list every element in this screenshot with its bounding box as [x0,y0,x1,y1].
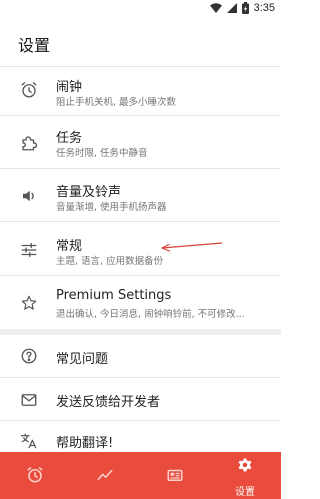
settings-item-title: 任务 [56,131,83,146]
bottom-navigation: 设置 [0,452,281,499]
volume-icon [23,190,34,202]
signal-icon [226,3,237,13]
divider [0,420,281,421]
divider [0,115,281,116]
translate-icon [20,433,37,449]
page-title: 设置 [18,36,51,55]
mail-icon [21,394,37,406]
nav-tab-news[interactable] [140,452,210,499]
settings-item-subtitle: 阻止手机关机, 最多小睡次数 [56,97,177,108]
news-nav-icon [167,469,183,481]
nav-tab-settings[interactable]: 设置 [210,452,280,499]
chart-nav-icon [97,469,113,481]
star-icon [21,295,37,310]
support-item-translate[interactable]: 帮助翻译! [0,422,281,452]
settings-item-subtitle: 音量渐增, 使用手机扬声器 [56,202,167,213]
app-bar: 设置 [0,20,281,66]
support-item-faq[interactable]: 常见问题 [0,336,281,376]
section-separator [0,329,281,335]
divider [0,275,281,276]
status-time: 3:35 [253,2,275,14]
support-item-feedback[interactable]: 发送反馈给开发者 [0,379,281,419]
sliders-icon [21,242,37,258]
settings-item-title: 音量及铃声 [56,185,122,200]
settings-item-general[interactable]: 常规 主题, 语言, 应用数据备份 [0,223,281,277]
divider [0,221,281,222]
settings-item-subtitle: 退出确认, 今日消息, 闹钟响铃前, 不可修改... [56,309,245,320]
status-icons: 3:35 [209,2,275,14]
nav-tab-report[interactable] [70,452,140,499]
settings-item-subtitle: 任务时限, 任务中静音 [56,148,148,159]
header-divider [0,66,281,67]
settings-item-subtitle: 主题, 语言, 应用数据备份 [56,256,164,267]
divider [0,377,281,378]
settings-item-title: 闹钟 [56,80,83,95]
battery-icon [241,2,249,14]
status-bar: 3:35 [0,0,281,20]
wifi-icon [209,3,222,13]
settings-item-mission[interactable]: 任务 任务时限, 任务中静音 [0,117,281,171]
settings-gear-icon [238,458,252,472]
alarm-nav-icon [27,467,43,483]
settings-item-title: Premium Settings [56,288,172,303]
settings-item-premium[interactable]: Premium Settings 退出确认, 今日消息, 闹钟响铃前, 不可修改… [0,277,281,331]
nav-tab-label: 设置 [235,487,255,498]
settings-item-title: 常规 [56,239,83,254]
nav-tab-alarm[interactable] [0,452,70,499]
support-item-title: 常见问题 [56,352,109,367]
alarm-clock-icon [21,82,37,98]
support-item-title: 发送反馈给开发者 [56,395,161,410]
divider [0,168,281,169]
settings-item-sound[interactable]: 音量及铃声 音量渐增, 使用手机扬声器 [0,170,281,224]
support-item-title: 帮助翻译! [56,436,114,451]
puzzle-icon [22,136,38,151]
help-icon [21,348,37,364]
